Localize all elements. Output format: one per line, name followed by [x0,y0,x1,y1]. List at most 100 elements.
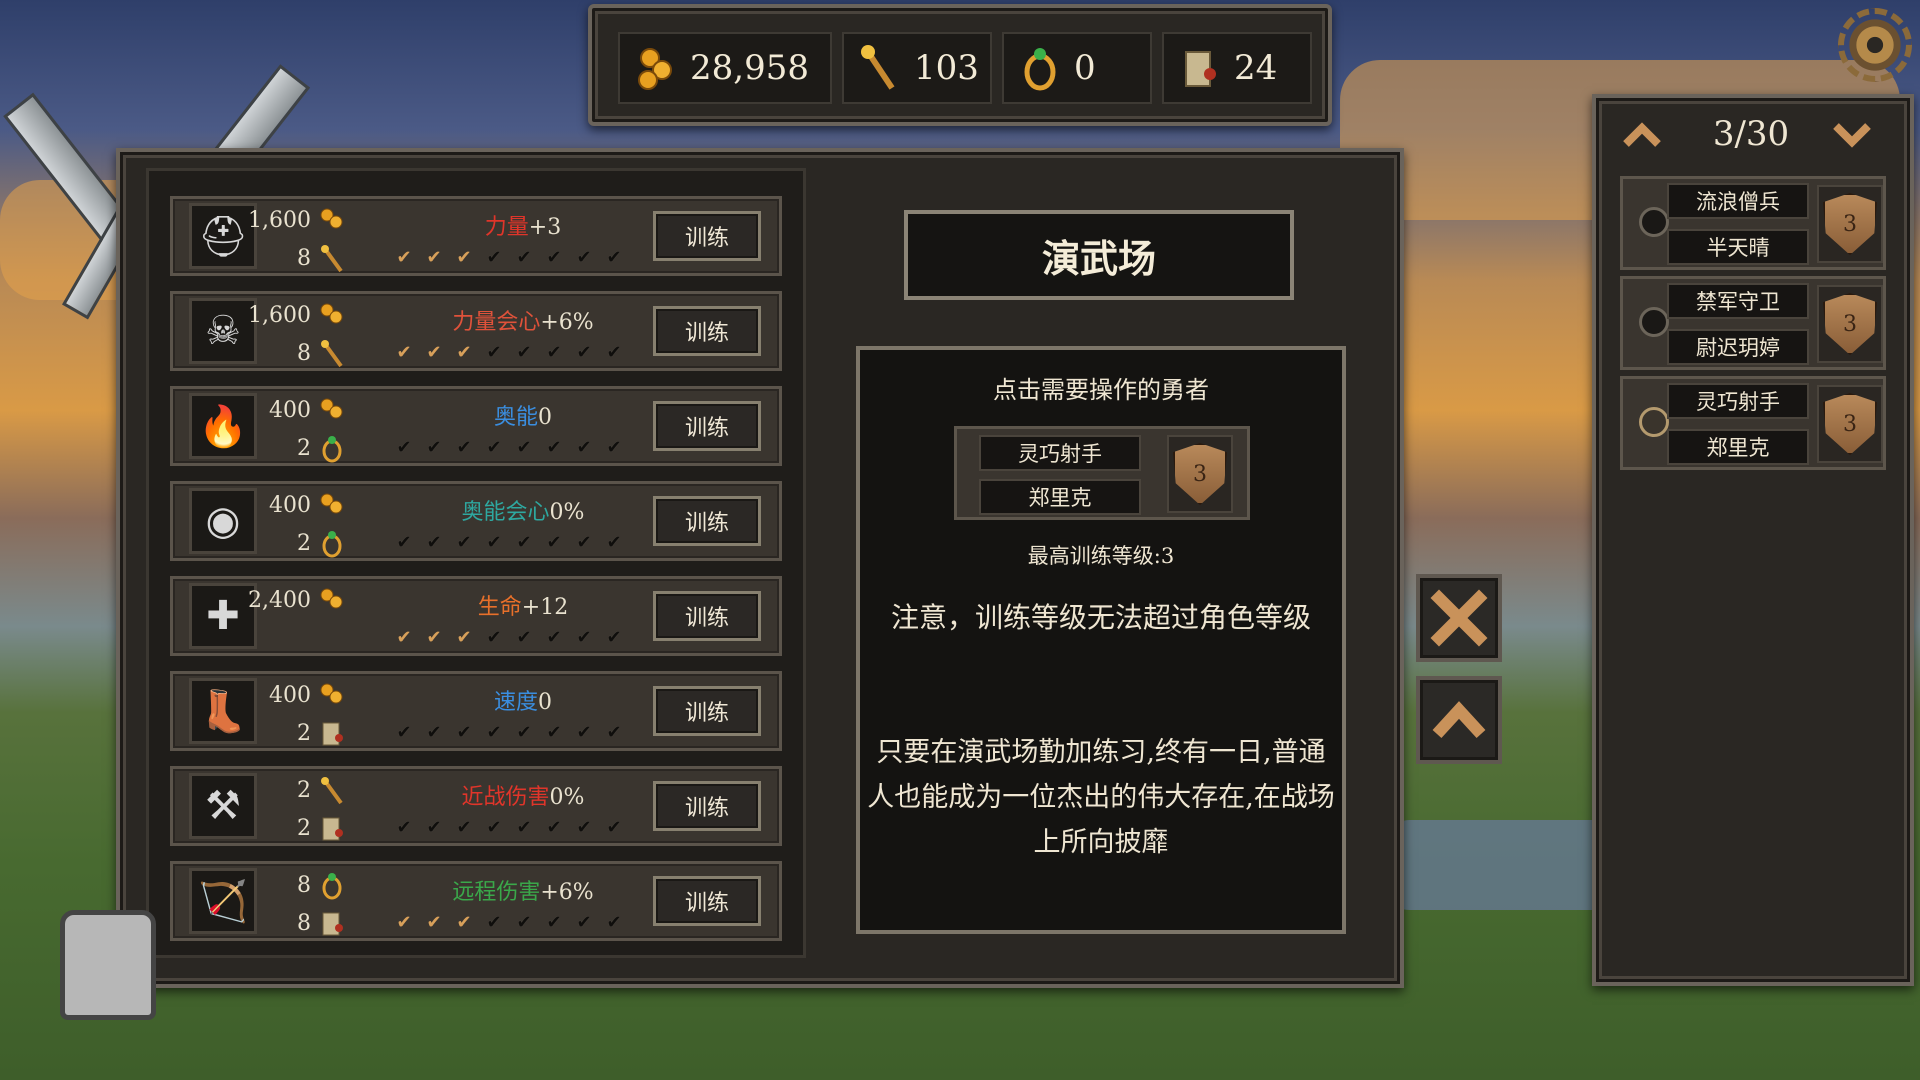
check-empty-icon: ✔ [396,437,412,458]
cost-primary: 2 [263,775,347,805]
cost-primary: 1,600 [248,205,347,235]
hero-select-radio[interactable] [1639,407,1669,437]
training-progress: ✔ ✔ ✔ ✔ ✔ ✔ ✔ ✔ [393,629,625,647]
train-button[interactable]: 训练 [653,686,761,736]
torch-value: 103 [914,48,979,88]
roster-hero-card[interactable]: 禁军守卫 尉迟玥婷 3 [1620,276,1886,370]
roster-hero-card[interactable]: 灵巧射手 郑里克 3 [1620,376,1886,470]
page-up-button[interactable] [1620,118,1680,158]
check-empty-icon: ✔ [486,342,502,363]
check-empty-icon: ✔ [606,342,622,363]
hero-name: 郑里克 [1667,429,1809,465]
check-empty-icon: ✔ [396,532,412,553]
check-empty-icon: ✔ [576,722,592,743]
check-filled-icon: ✔ [426,912,442,933]
scroll-counter: 24 [1162,32,1312,104]
flame-icon: 🔥 [189,393,257,459]
check-empty-icon: ✔ [426,437,442,458]
max-training-level: 最高训练等级:3 [1027,544,1175,568]
check-empty-icon: ✔ [516,912,532,933]
gold-coins-icon [317,490,347,520]
check-empty-icon: ✔ [426,722,442,743]
chevron-up-icon [1623,122,1661,147]
check-empty-icon: ✔ [546,342,562,363]
close-button[interactable] [1416,574,1502,662]
training-row: ☠ 1,600 8 力量会心+6% ✔ ✔ ✔ ✔ ✔ ✔ ✔ ✔ 训练 [170,291,782,371]
scroll-icon [317,718,347,748]
cost-secondary: 2 [263,528,347,558]
page-down-button[interactable] [1830,118,1890,158]
check-filled-icon: ✔ [426,627,442,648]
cost-primary: 2,400 [248,585,347,615]
stat-label: 近战伤害0% [461,785,585,810]
check-empty-icon: ✔ [486,247,502,268]
torch-icon [317,775,347,805]
level-shield-icon: 3 [1823,393,1877,455]
check-filled-icon: ✔ [456,627,472,648]
ring-value: 0 [1074,48,1096,88]
stat-label: 奥能会心0% [461,500,585,525]
check-empty-icon: ✔ [486,912,502,933]
train-button[interactable]: 训练 [653,496,761,546]
check-empty-icon: ✔ [456,437,472,458]
check-filled-icon: ✔ [396,342,412,363]
train-button[interactable]: 训练 [653,401,761,451]
training-row: ⚒ 2 2 近战伤害0% ✔ ✔ ✔ ✔ ✔ ✔ ✔ ✔ 训练 [170,766,782,846]
train-button[interactable]: 训练 [653,591,761,641]
cost-primary: 1,600 [248,300,347,330]
check-empty-icon: ✔ [456,722,472,743]
hero-name: 尉迟玥婷 [1667,329,1809,365]
check-filled-icon: ✔ [456,247,472,268]
cost-primary: 400 [263,490,347,520]
check-empty-icon: ✔ [456,532,472,553]
cost-secondary: 2 [263,433,347,463]
backpack-icon[interactable] [60,910,156,1020]
close-icon [1430,589,1488,647]
gold-coins-icon [317,205,347,235]
check-empty-icon: ✔ [516,627,532,648]
chevron-down-icon [1833,123,1871,148]
hero-select-radio[interactable] [1639,307,1669,337]
boots-icon: 👢 [189,678,257,744]
cost-secondary: 8 [263,338,347,368]
scroll-icon [317,813,347,843]
selected-hero-card: 灵巧射手 郑里克 3 [954,426,1250,520]
stat-label: 速度0 [493,690,552,715]
scroll-icon [317,908,347,938]
cross-shield-icon: ✚ [189,583,257,649]
bow-icon: 🏹 [189,868,257,934]
check-empty-icon: ✔ [516,342,532,363]
check-filled-icon: ✔ [396,912,412,933]
stat-label: 力量+3 [484,215,562,240]
gold-counter: 28,958 [618,32,832,104]
training-progress: ✔ ✔ ✔ ✔ ✔ ✔ ✔ ✔ [393,819,625,837]
ring-icon [317,433,347,463]
train-button[interactable]: 训练 [653,211,761,261]
check-filled-icon: ✔ [456,912,472,933]
check-empty-icon: ✔ [606,437,622,458]
torch-icon [858,44,902,92]
stat-label: 生命+12 [477,595,569,620]
stat-label: 奥能0 [493,405,552,430]
train-button[interactable]: 训练 [653,306,761,356]
hero-class: 禁军守卫 [1667,283,1809,319]
check-empty-icon: ✔ [516,532,532,553]
cost-secondary: 2 [263,718,347,748]
chevron-up-icon [1432,701,1486,739]
check-empty-icon: ✔ [576,817,592,838]
settings-gear-icon[interactable] [1838,8,1912,82]
roster-hero-card[interactable]: 流浪僧兵 半天晴 3 [1620,176,1886,270]
check-empty-icon: ✔ [516,817,532,838]
gold-value: 28,958 [690,48,809,88]
hero-select-radio[interactable] [1639,207,1669,237]
collapse-button[interactable] [1416,676,1502,764]
train-button[interactable]: 训练 [653,876,761,926]
resource-bar: 28,958 103 0 24 [588,4,1332,126]
gold-coins-icon [317,395,347,425]
train-button[interactable]: 训练 [653,781,761,831]
hero-name: 半天晴 [1667,229,1809,265]
flavor-text: 只要在演武场勤加练习,终有一日,普通 人也能成为一位杰出的伟大存在,在战场 上所… [867,737,1335,858]
check-empty-icon: ✔ [486,817,502,838]
ring-icon [1018,44,1062,92]
check-filled-icon: ✔ [426,342,442,363]
